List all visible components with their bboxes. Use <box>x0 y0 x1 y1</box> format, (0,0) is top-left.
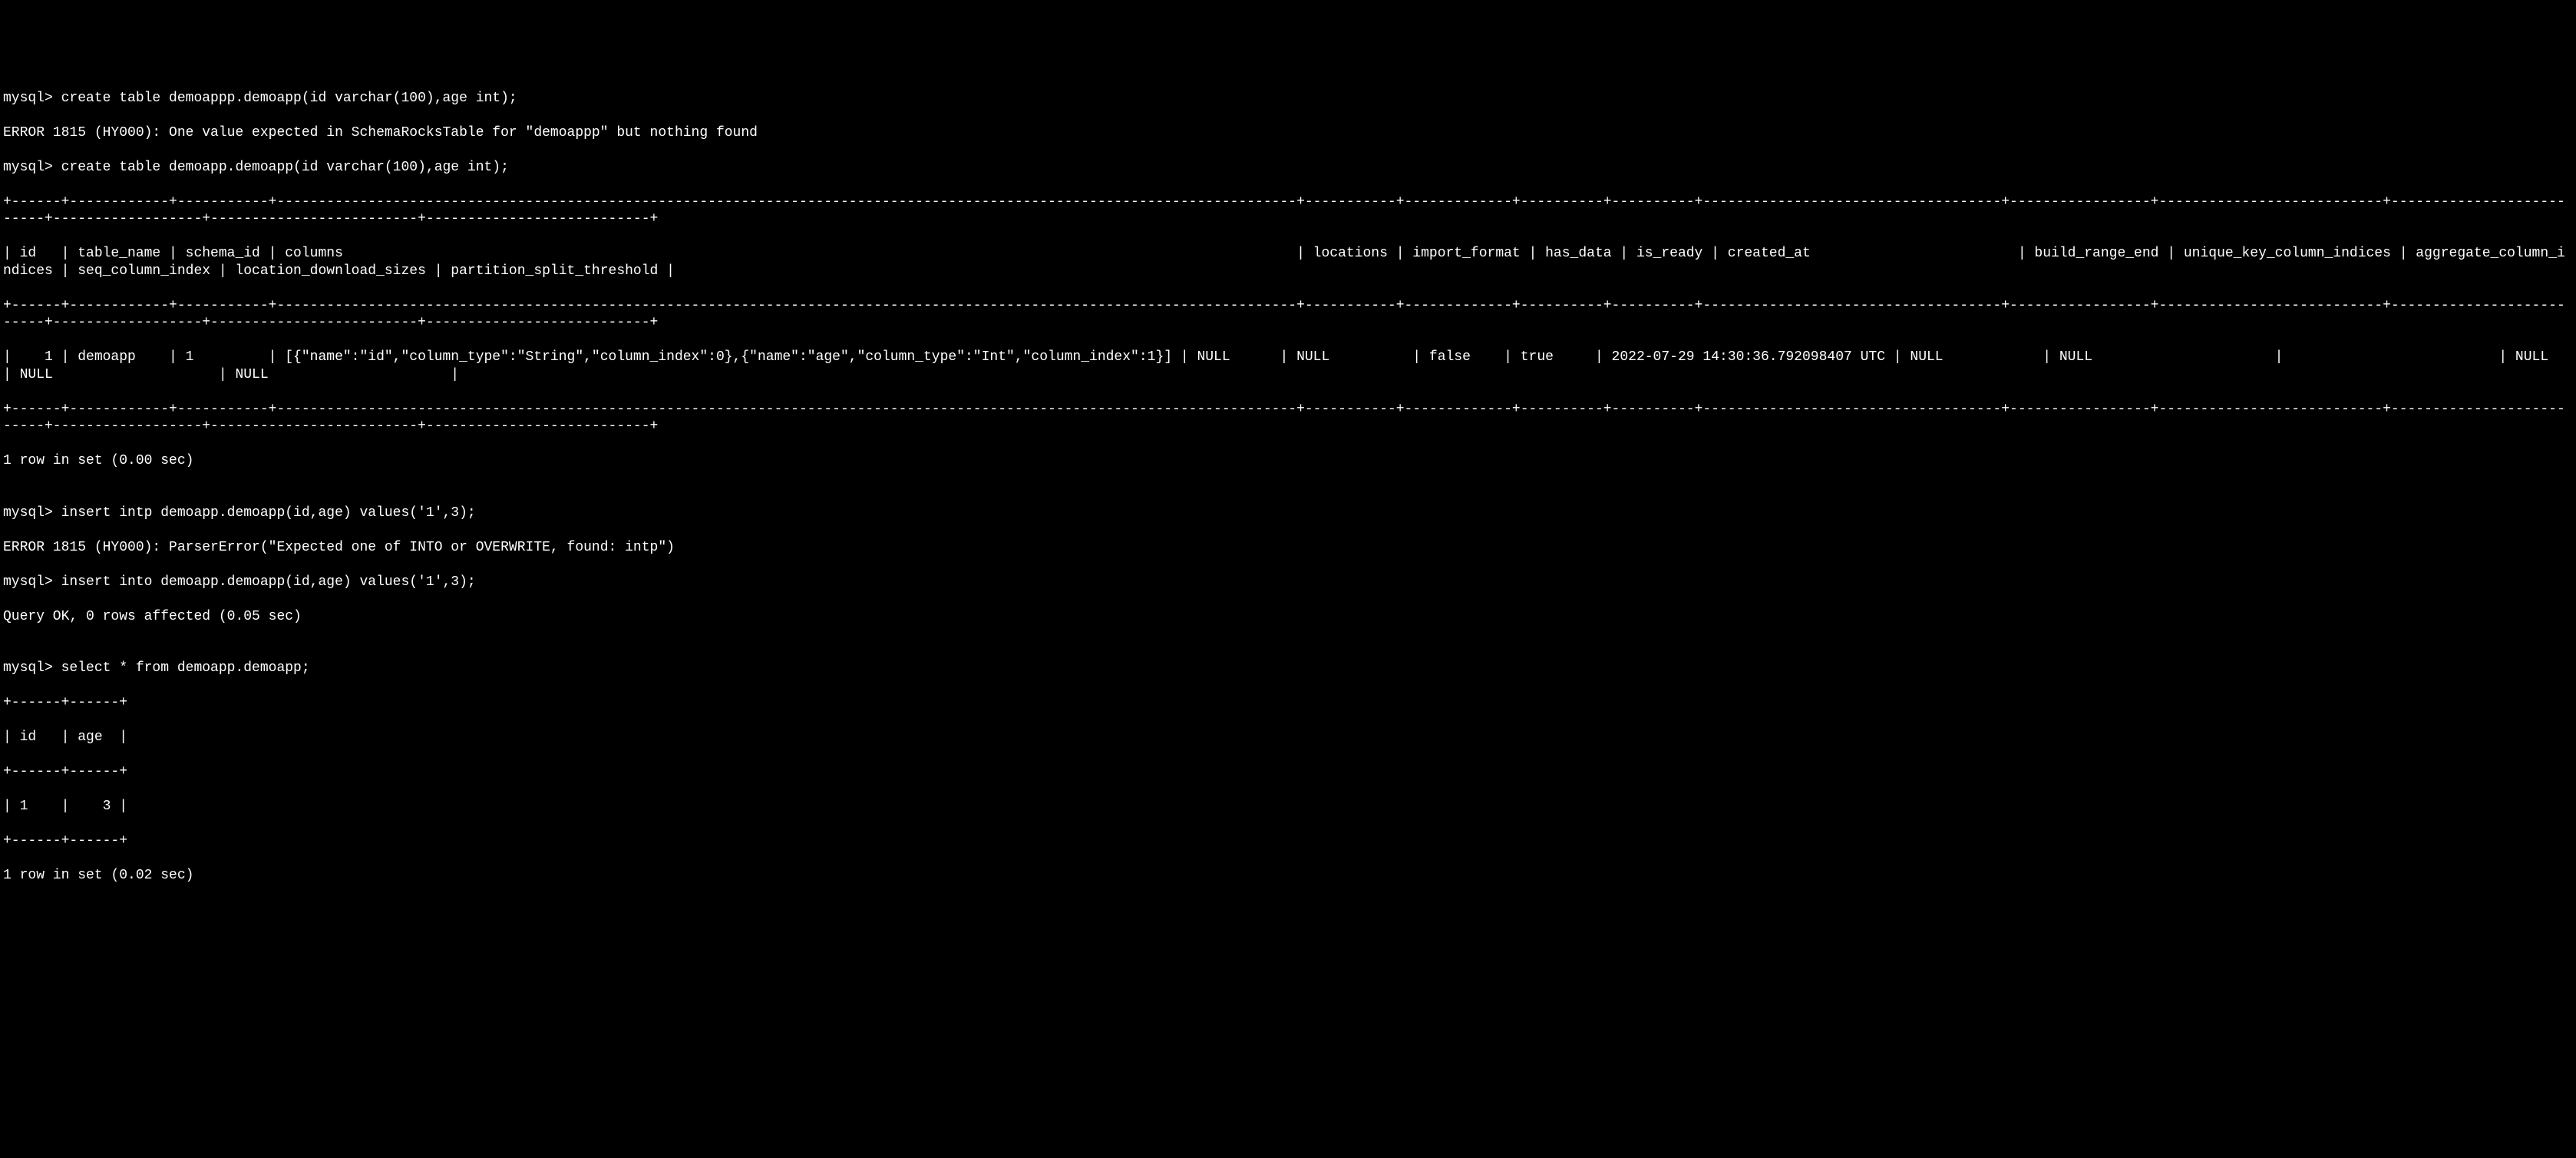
terminal-line: | id | age | <box>3 729 2573 746</box>
terminal-output[interactable]: mysql> create table demoappp.demoapp(id … <box>3 72 2573 902</box>
terminal-line: | id | table_name | schema_id | columns … <box>3 245 2573 280</box>
terminal-line: mysql> insert into demoapp.demoapp(id,ag… <box>3 574 2573 591</box>
terminal-line: +------+------+ <box>3 832 2573 850</box>
terminal-line: +------+------------+-----------+-------… <box>3 401 2573 435</box>
terminal-line: +------+------------+-----------+-------… <box>3 194 2573 228</box>
terminal-line: ERROR 1815 (HY000): ParserError("Expecte… <box>3 539 2573 557</box>
terminal-line: mysql> insert intp demoapp.demoapp(id,ag… <box>3 505 2573 522</box>
terminal-line: 1 row in set (0.00 sec) <box>3 452 2573 470</box>
terminal-line: +------+------------+-----------+-------… <box>3 297 2573 332</box>
terminal-line: mysql> create table demoappp.demoapp(id … <box>3 90 2573 108</box>
terminal-line: 1 row in set (0.02 sec) <box>3 867 2573 885</box>
terminal-line: | 1 | demoapp | 1 | [{"name":"id","colum… <box>3 349 2573 383</box>
terminal-line: | 1 | 3 | <box>3 798 2573 816</box>
terminal-line: +------+------+ <box>3 694 2573 712</box>
terminal-line: Query OK, 0 rows affected (0.05 sec) <box>3 608 2573 626</box>
terminal-line: mysql> select * from demoapp.demoapp; <box>3 660 2573 677</box>
terminal-line: ERROR 1815 (HY000): One value expected i… <box>3 124 2573 142</box>
terminal-line: mysql> create table demoapp.demoapp(id v… <box>3 159 2573 177</box>
terminal-line: +------+------+ <box>3 763 2573 781</box>
